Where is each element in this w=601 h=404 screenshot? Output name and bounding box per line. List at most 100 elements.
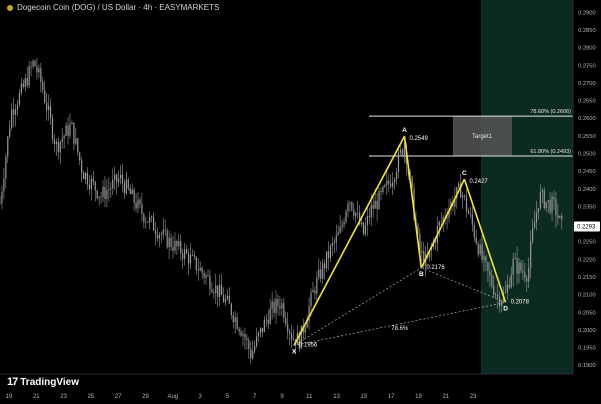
candle-body <box>3 178 5 192</box>
candle-body <box>36 66 38 73</box>
candle-body <box>69 124 71 136</box>
candle-body <box>489 271 491 276</box>
candle-body <box>479 244 481 255</box>
candle-body <box>104 186 106 199</box>
candle-body <box>267 319 269 324</box>
price-tick-label: 0.2850 <box>578 28 596 34</box>
time-tick-label: 19 <box>6 394 13 400</box>
candle-body <box>82 172 85 180</box>
chart-title-text: Dogecoin Coin (DOG) / US Dollar · 4h · E… <box>17 3 220 12</box>
candle-body <box>193 255 195 257</box>
candle-body <box>88 184 91 190</box>
candle-body <box>329 246 332 259</box>
candle-body <box>238 328 240 332</box>
price-tick-label: 0.2100 <box>578 293 596 299</box>
candle-body <box>30 66 32 67</box>
candle-body <box>257 332 260 337</box>
candle-body <box>152 216 155 231</box>
price-tick-label: 0.2250 <box>578 240 596 246</box>
candle-body <box>228 295 230 304</box>
time-tick-label: 27 <box>115 394 122 400</box>
candle-body <box>281 303 283 309</box>
candle-body <box>462 195 464 198</box>
candle-body <box>543 190 545 209</box>
candle-body <box>516 258 518 274</box>
candle-body <box>265 319 267 321</box>
candle-body <box>180 241 182 254</box>
candle-body <box>114 174 116 180</box>
candle-body <box>182 253 184 259</box>
candle-body <box>384 185 386 187</box>
price-tick-label: 0.2550 <box>578 134 596 140</box>
price-chart[interactable]: Target1 78.60% (0.2606) 61.80% (0.2493) 78.… <box>0 0 601 404</box>
candle-body <box>357 212 359 214</box>
candle-body <box>79 152 81 161</box>
candle-body <box>151 216 153 218</box>
candle-body <box>541 190 543 193</box>
candle-body <box>226 295 229 299</box>
time-tick-label: Aug <box>167 394 178 400</box>
pivot-value: 0.2549 <box>409 136 428 142</box>
candle-body <box>372 204 374 209</box>
candle-body <box>261 327 264 332</box>
candle-body <box>141 203 143 215</box>
candle-body <box>553 196 555 200</box>
candle-body <box>279 305 281 309</box>
candle-body <box>259 327 262 333</box>
candle-body <box>524 272 526 279</box>
candle-body <box>86 173 89 185</box>
dogecoin-icon <box>7 4 13 11</box>
candle-body <box>322 263 324 279</box>
candle-body <box>63 135 65 139</box>
candle-body <box>77 138 79 153</box>
time-tick-label: 19 <box>415 394 422 400</box>
candle-body <box>44 90 46 103</box>
candle-body <box>304 327 306 333</box>
candle-body <box>42 81 44 91</box>
candle-body <box>158 234 160 239</box>
candle-body <box>353 209 355 216</box>
candle-body <box>561 215 563 220</box>
candle-body <box>380 190 382 193</box>
candle-body <box>465 196 468 211</box>
candle-body <box>73 122 75 144</box>
candle-body <box>292 339 295 341</box>
candle-body <box>119 174 122 179</box>
candle-body <box>201 268 203 273</box>
time-tick-label: 15 <box>361 394 368 400</box>
candle-body <box>497 295 499 297</box>
candle-body <box>518 262 520 274</box>
price-tick-label: 0.2200 <box>578 257 596 263</box>
candle-body <box>351 202 353 210</box>
candle-body <box>500 300 503 307</box>
candle-body <box>512 258 514 275</box>
candle-body <box>209 275 211 290</box>
candle-body <box>234 317 236 323</box>
candle-body <box>374 200 376 209</box>
price-tick-label: 0.1900 <box>578 363 596 369</box>
candle-body <box>133 189 135 203</box>
candle-body <box>145 221 147 223</box>
candle-body <box>211 289 213 293</box>
candle-body <box>139 199 141 204</box>
candle-body <box>347 203 349 212</box>
candle-body <box>207 275 209 276</box>
candle-body <box>366 215 368 226</box>
candle-body <box>254 345 256 352</box>
candle-body <box>84 173 87 180</box>
candle-body <box>9 128 11 137</box>
candle-body <box>320 269 322 279</box>
candle-body <box>376 200 378 210</box>
candle-body <box>125 179 127 194</box>
candle-body <box>47 106 50 111</box>
candle-body <box>127 179 129 189</box>
candle-body <box>388 180 390 184</box>
candle-body <box>71 122 73 125</box>
candle-body <box>370 204 372 218</box>
candle-body <box>102 186 104 197</box>
tradingview-logo[interactable]: 17 TradingView <box>7 376 79 388</box>
pivot-letter: B <box>419 271 424 278</box>
candle-body <box>277 299 279 306</box>
candle-body <box>199 268 201 271</box>
candle-body <box>135 202 137 209</box>
